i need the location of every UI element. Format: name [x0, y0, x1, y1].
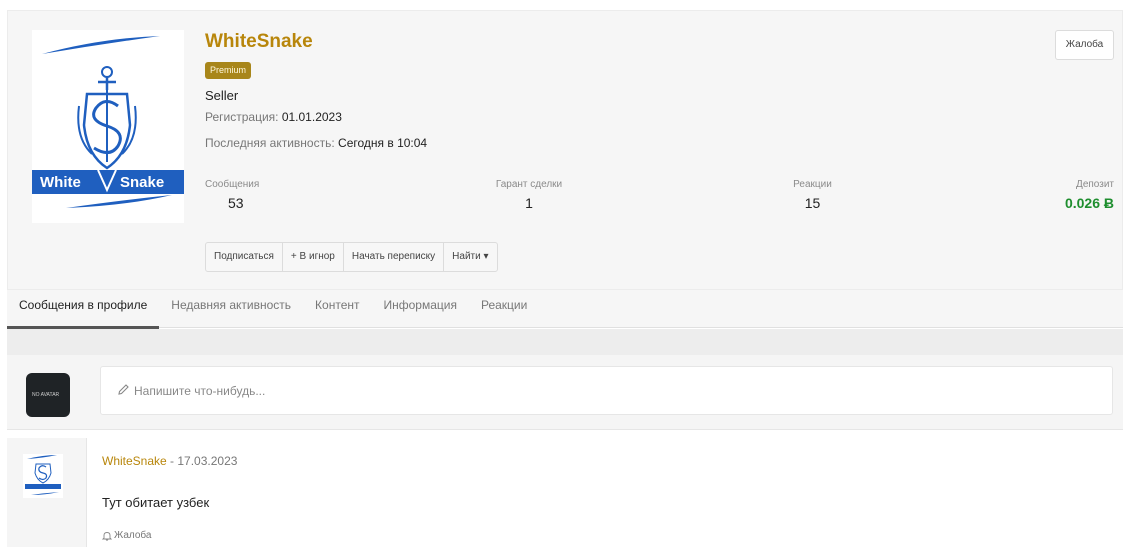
last-activity-line: Последняя активность: Сегодня в 10:04	[205, 136, 427, 150]
registration-date: 01.01.2023	[281, 110, 342, 124]
last-activity-label: Последняя активность:	[205, 136, 335, 150]
post-report-label: Жалоба	[114, 530, 152, 541]
complaint-button[interactable]: Жалоба	[1055, 30, 1114, 60]
tab-reactions[interactable]: Реакции	[469, 290, 539, 328]
stat-messages-label: Сообщения	[205, 179, 260, 190]
stat-messages: Сообщения 53	[205, 179, 259, 211]
post-report-link[interactable]: Жалоба	[102, 530, 151, 541]
logo-text-snake: Snake	[120, 174, 165, 191]
tab-recent-activity[interactable]: Недавняя активность	[159, 290, 303, 328]
composer-avatar-text: NO AVATAR	[32, 392, 60, 398]
stat-deposit-value: 0.026 Ƀ	[1064, 195, 1114, 211]
stat-reactions-label: Реакции	[793, 179, 832, 190]
premium-badge: Premium	[205, 62, 252, 79]
stat-deposit: Депозит 0.026 Ƀ	[1065, 179, 1114, 211]
logo-text-white: White	[40, 174, 81, 191]
last-activity-value[interactable]: Сегодня в 10:04	[338, 136, 427, 150]
profile-actions: Подписаться + В игнор Начать переписку Н…	[205, 242, 498, 272]
tab-profile-posts[interactable]: Сообщения в профиле	[7, 290, 160, 329]
stat-guarantee: Гарант сделки 1	[484, 179, 574, 211]
post-author[interactable]: WhiteSnake	[102, 454, 167, 468]
ignore-button[interactable]: + В игнор	[283, 243, 344, 271]
profile-post-composer: NO AVATAR Напишите что-нибудь...	[7, 355, 1123, 430]
stat-reactions-value[interactable]: 15	[785, 195, 840, 211]
pencil-icon	[118, 384, 129, 395]
stat-messages-value[interactable]: 53	[205, 195, 259, 211]
start-conversation-button[interactable]: Начать переписку	[344, 243, 445, 271]
tab-information[interactable]: Информация	[372, 290, 469, 328]
bell-icon	[102, 531, 112, 541]
profile-card: White Snake WhiteSnake Premium Seller Ре…	[7, 10, 1123, 290]
stat-reactions: Реакции 15	[785, 179, 840, 211]
profile-avatar[interactable]: White Snake	[32, 30, 184, 223]
registration-line: Регистрация: 01.01.2023	[205, 110, 342, 124]
stat-guarantee-label: Гарант сделки	[495, 179, 563, 190]
stat-deposit-label: Депозит	[1076, 179, 1114, 190]
profile-post: WhiteSnake - 17.03.2023 Тут обитает узбе…	[7, 438, 1123, 547]
subscribe-button[interactable]: Подписаться	[206, 243, 283, 271]
post-author-avatar[interactable]	[23, 454, 63, 498]
composer-placeholder: Напишите что-нибудь...	[134, 384, 266, 398]
find-dropdown-button[interactable]: Найти ▾	[444, 243, 496, 271]
post-date[interactable]: - 17.03.2023	[167, 454, 237, 468]
section-divider	[7, 329, 1123, 355]
tab-content[interactable]: Контент	[303, 290, 371, 328]
stat-guarantee-value: 1	[525, 195, 533, 211]
profile-tabs: Сообщения в профиле Недавняя активность …	[7, 290, 1123, 329]
post-text: Тут обитает узбек	[102, 495, 210, 510]
post-sidebar	[7, 438, 87, 547]
registration-label: Регистрация:	[205, 110, 279, 124]
post-header: WhiteSnake - 17.03.2023	[102, 454, 237, 468]
composer-input[interactable]: Напишите что-нибудь...	[100, 366, 1113, 415]
profile-username[interactable]: WhiteSnake	[205, 31, 313, 53]
composer-avatar: NO AVATAR	[26, 373, 70, 417]
whitesnake-logo	[32, 36, 184, 208]
user-title: Seller	[205, 88, 239, 103]
